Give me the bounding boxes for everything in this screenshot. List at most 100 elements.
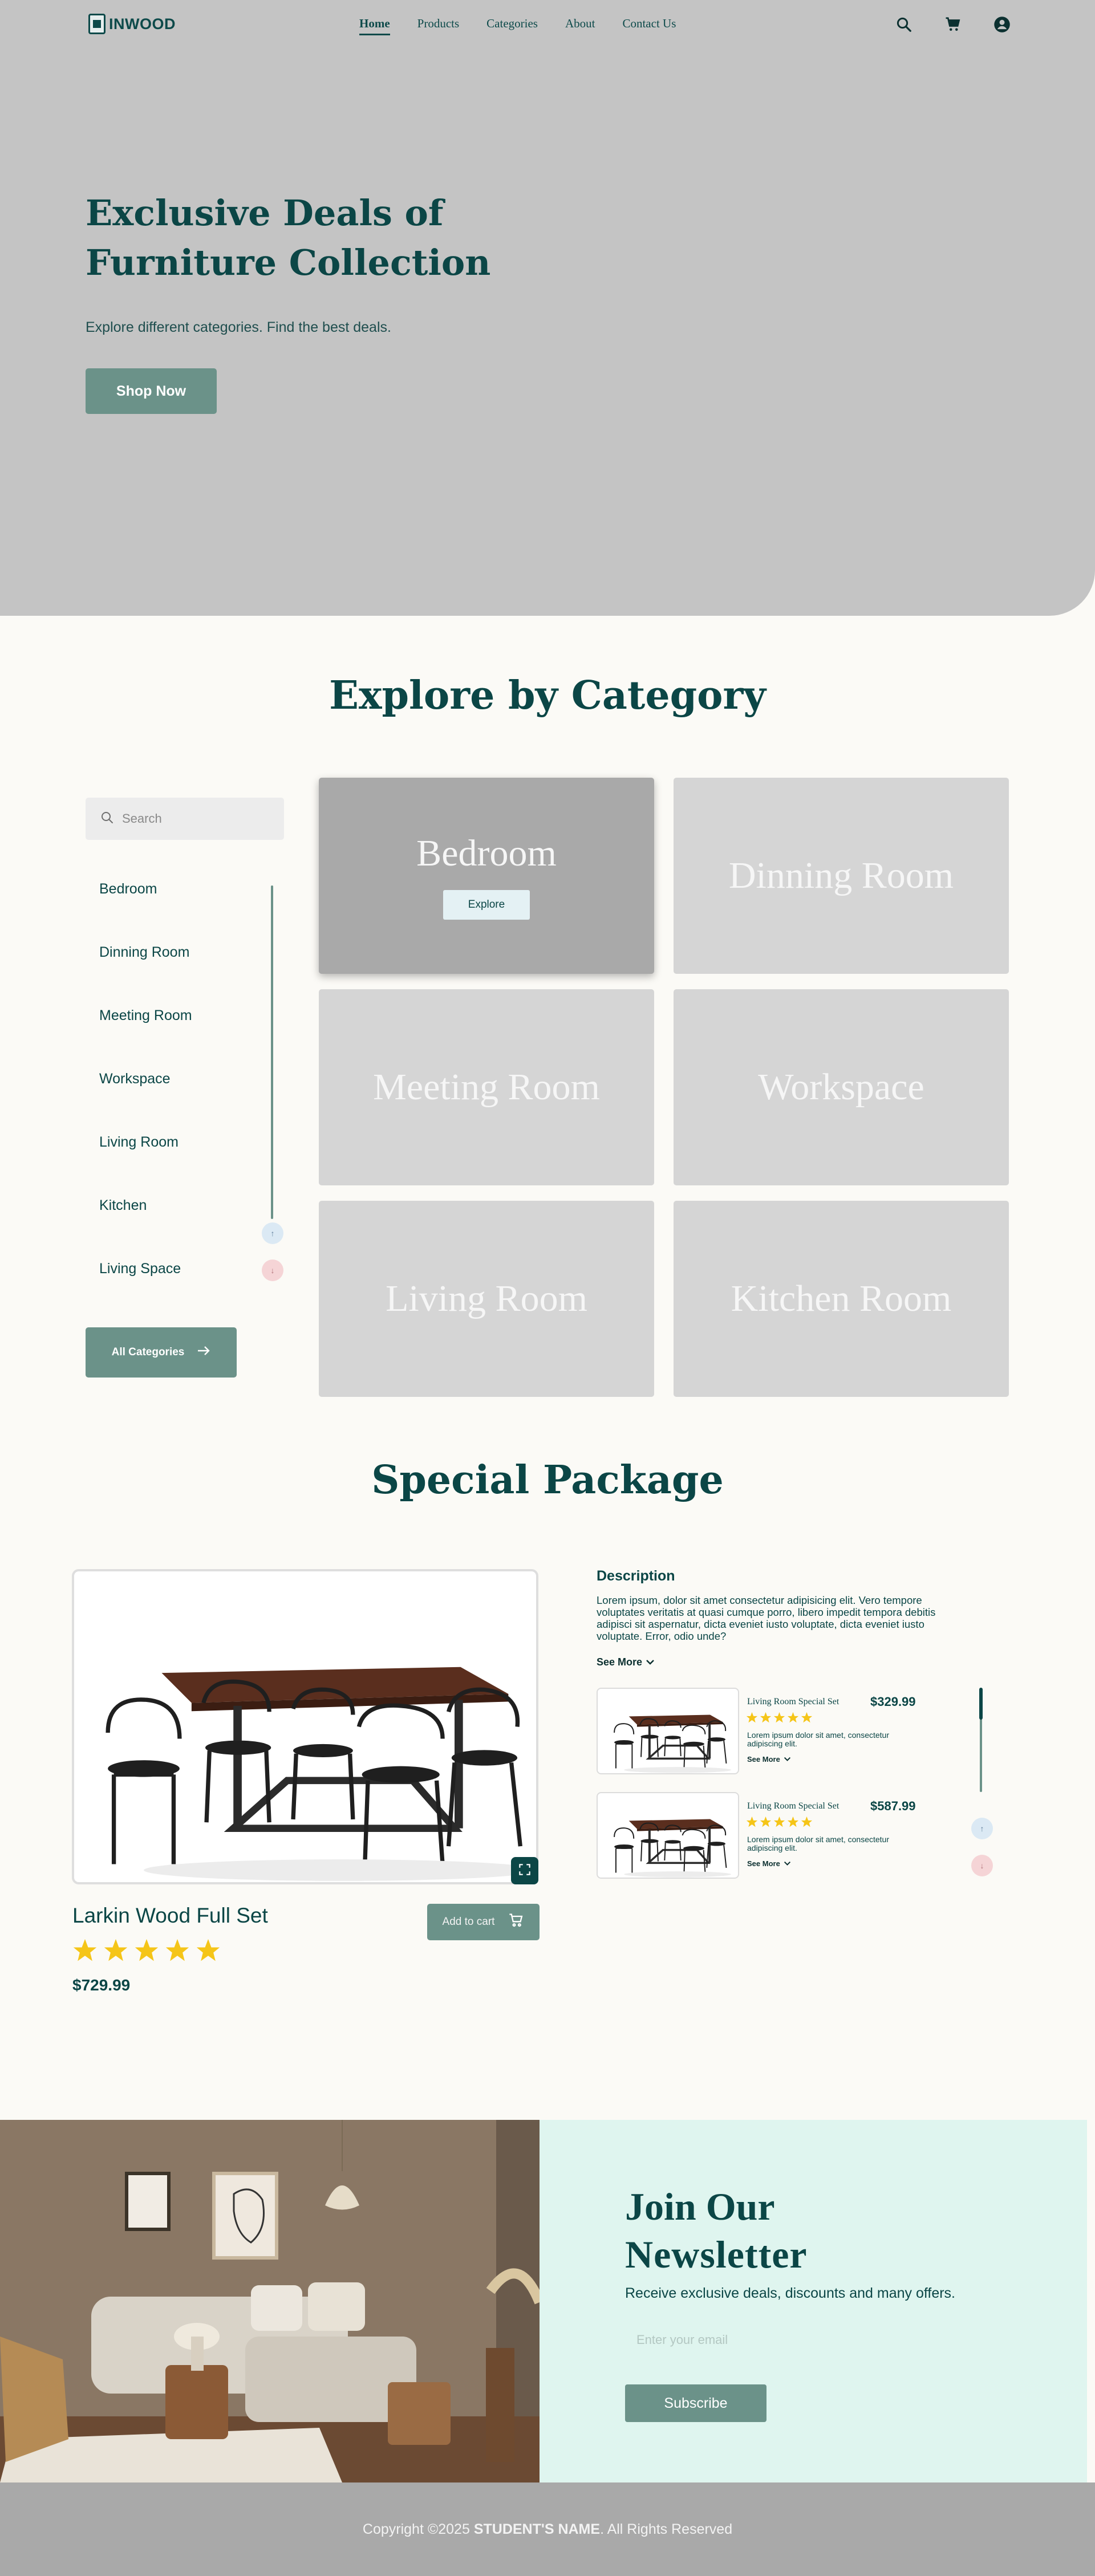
newsletter-panel: Join Our Newsletter Receive exclusive de… — [540, 2120, 1087, 2482]
search-icon[interactable] — [894, 15, 914, 34]
scroll-up-button[interactable]: ↑ — [971, 1818, 993, 1839]
hero-subtitle: Explore different categories. Find the b… — [86, 319, 391, 335]
category-tile-dinning-room[interactable]: Dinning Room — [674, 778, 1009, 974]
category-tile-meeting-room[interactable]: Meeting Room — [319, 989, 654, 1185]
category-section-title: Explore by Category — [329, 673, 766, 718]
subscribe-button[interactable]: Subscribe — [625, 2384, 766, 2422]
copyright-name: STUDENT'S NAME — [473, 2521, 601, 2537]
star-icon — [801, 1712, 813, 1723]
all-categories-label: All Categories — [111, 1346, 185, 1358]
package-item-image — [597, 1688, 739, 1774]
package-item-image — [597, 1792, 739, 1879]
category-item-kitchen[interactable]: Kitchen — [99, 1197, 147, 1214]
cart-icon[interactable] — [943, 15, 963, 34]
package-section-title: Special Package — [371, 1457, 724, 1503]
newsletter-title-line2: Newsletter — [625, 2233, 808, 2276]
scroll-down-button[interactable]: ↓ — [971, 1855, 993, 1876]
star-icon — [746, 1712, 758, 1723]
category-scrollbar[interactable] — [271, 885, 273, 1219]
star-icon — [104, 1939, 128, 1961]
top-navbar: INWOOD Home Products Categories About Co… — [0, 0, 1095, 49]
package-item-rating — [746, 1816, 813, 1828]
newsletter-title: Join Our Newsletter — [625, 2183, 808, 2278]
arrow-down-icon: ↓ — [270, 1266, 275, 1275]
star-icon — [773, 1816, 785, 1827]
see-more-link[interactable]: See More — [747, 1859, 791, 1868]
account-icon[interactable] — [992, 15, 1012, 34]
chevron-down-icon — [646, 1656, 655, 1668]
explore-button[interactable]: Explore — [443, 890, 530, 920]
nav-about[interactable]: About — [565, 17, 595, 31]
star-icon — [787, 1816, 799, 1827]
arrow-down-icon: ↓ — [980, 1861, 984, 1870]
package-item-rating — [746, 1712, 813, 1724]
add-to-cart-button[interactable]: Add to cart — [427, 1904, 540, 1940]
hero-title-line2: Furniture Collection — [86, 242, 491, 283]
cart-icon — [508, 1912, 524, 1932]
category-item-meeting-room[interactable]: Meeting Room — [99, 1007, 192, 1024]
category-item-dinning-room[interactable]: Dinning Room — [99, 944, 189, 961]
tile-label: Living Room — [386, 1278, 587, 1319]
package-price: $729.99 — [72, 1976, 131, 1994]
package-item-name: Living Room Special Set — [747, 1801, 840, 1811]
expand-icon — [517, 1862, 532, 1880]
nav-home[interactable]: Home — [359, 17, 390, 35]
chevron-down-icon — [784, 1859, 791, 1868]
logo[interactable]: INWOOD — [88, 14, 176, 34]
star-icon — [135, 1939, 159, 1961]
category-search-input[interactable] — [122, 811, 270, 826]
category-item-bedroom[interactable]: Bedroom — [99, 881, 157, 897]
shop-now-button[interactable]: Shop Now — [86, 368, 217, 414]
category-tile-workspace[interactable]: Workspace — [674, 989, 1009, 1185]
category-tile-bedroom[interactable]: Bedroom Explore — [319, 778, 654, 974]
expand-image-button[interactable] — [511, 1857, 538, 1884]
category-item-living-room[interactable]: Living Room — [99, 1134, 179, 1151]
package-item-card[interactable]: Living Room Special Set $329.99 Lorem ip… — [597, 1688, 916, 1774]
description-title: Description — [597, 1568, 675, 1584]
package-scrollbar-thumb[interactable] — [979, 1688, 983, 1720]
package-item-price: $587.99 — [870, 1799, 916, 1813]
newsletter-image — [0, 2120, 540, 2482]
hero-section: INWOOD Home Products Categories About Co… — [0, 0, 1095, 616]
nav-contact[interactable]: Contact Us — [622, 17, 676, 31]
star-icon — [760, 1816, 772, 1827]
package-item-description: Lorem ipsum dolor sit amet, consectetur … — [747, 1835, 889, 1852]
star-icon — [787, 1712, 799, 1723]
star-icon — [760, 1712, 772, 1723]
category-tile-kitchen-room[interactable]: Kitchen Room — [674, 1201, 1009, 1397]
star-icon — [773, 1712, 785, 1723]
copyright-text: Copyright ©2025 STUDENT'S NAME. All Righ… — [0, 2521, 1095, 2538]
category-item-living-space[interactable]: Living Space — [99, 1261, 181, 1277]
add-to-cart-label: Add to cart — [442, 1916, 495, 1928]
tile-label: Kitchen Room — [731, 1278, 952, 1319]
package-item-card[interactable]: Living Room Special Set $587.99 Lorem ip… — [597, 1792, 916, 1879]
star-icon — [801, 1816, 813, 1827]
scroll-down-button[interactable]: ↓ — [262, 1259, 283, 1281]
see-more-link[interactable]: See More — [747, 1755, 791, 1764]
tile-label: Dinning Room — [728, 855, 954, 896]
email-field[interactable] — [625, 2323, 865, 2357]
star-icon — [165, 1939, 189, 1961]
see-more-label: See More — [747, 1859, 780, 1868]
search-icon — [100, 811, 114, 827]
nav-icons — [894, 15, 1012, 34]
scroll-up-button[interactable]: ↑ — [262, 1222, 283, 1244]
nav-products[interactable]: Products — [417, 17, 460, 31]
see-more-link[interactable]: See More — [597, 1656, 655, 1668]
arrow-up-icon: ↑ — [980, 1824, 984, 1833]
package-main-image — [72, 1569, 538, 1884]
nav-categories[interactable]: Categories — [486, 17, 538, 31]
package-name: Larkin Wood Full Set — [72, 1904, 268, 1927]
tile-label: Workspace — [758, 1066, 924, 1108]
package-item-description: Lorem ipsum dolor sit amet, consectetur … — [747, 1730, 889, 1748]
category-item-workspace[interactable]: Workspace — [99, 1071, 171, 1087]
logo-text: INWOOD — [109, 15, 176, 32]
all-categories-button[interactable]: All Categories — [86, 1327, 237, 1378]
star-icon — [196, 1939, 220, 1961]
hero-title: Exclusive Deals of Furniture Collection — [86, 188, 542, 287]
category-search[interactable] — [86, 798, 284, 840]
category-tile-living-room[interactable]: Living Room — [319, 1201, 654, 1397]
copyright-suffix: . All Rights Reserved — [600, 2521, 733, 2537]
see-more-label: See More — [747, 1755, 780, 1764]
newsletter-title-line1: Join Our — [625, 2185, 775, 2228]
